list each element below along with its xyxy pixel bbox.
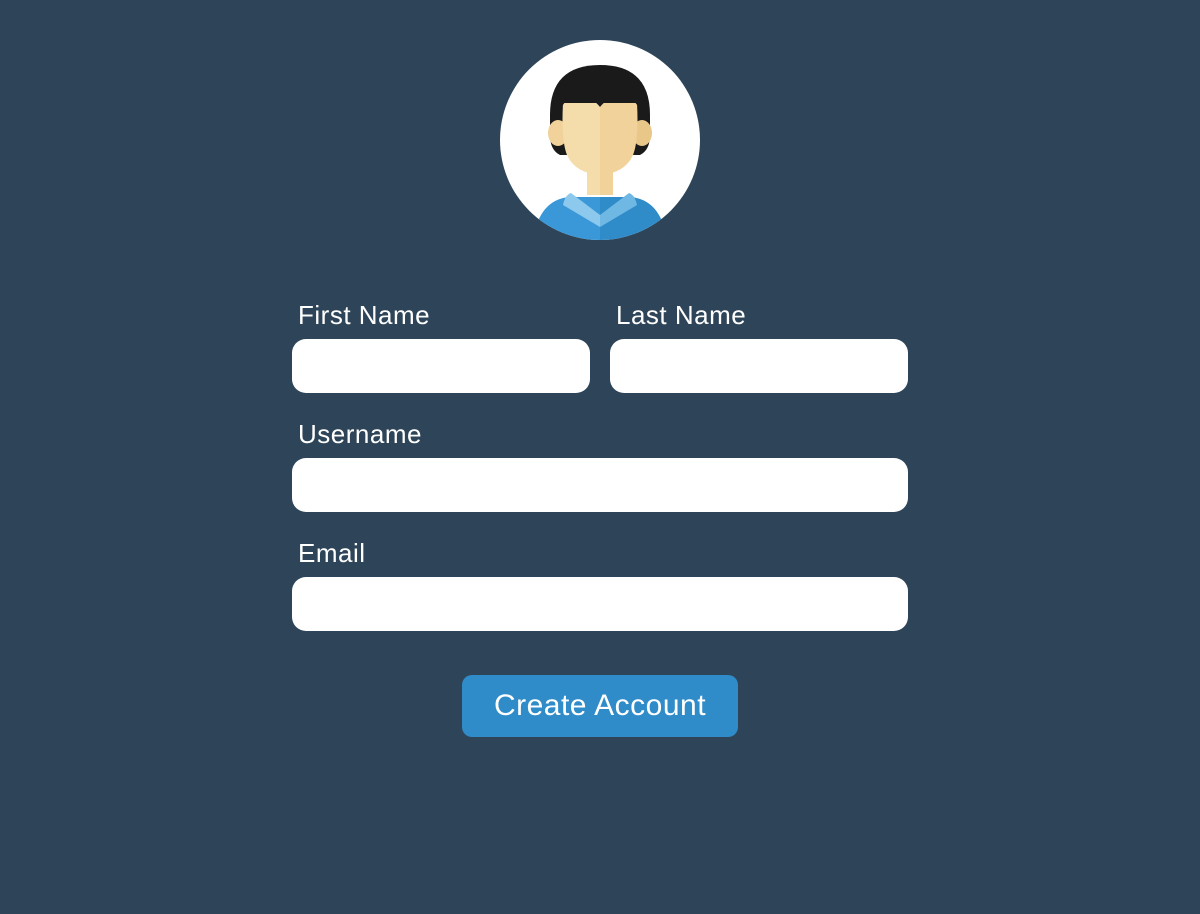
last-name-group: Last Name xyxy=(610,300,908,393)
username-group: Username xyxy=(292,419,908,512)
first-name-input[interactable] xyxy=(292,339,590,393)
username-label: Username xyxy=(292,419,908,450)
avatar xyxy=(500,40,700,240)
email-group: Email xyxy=(292,538,908,631)
name-row: First Name Last Name xyxy=(292,300,908,393)
person-avatar-icon xyxy=(515,55,685,240)
create-account-button[interactable]: Create Account xyxy=(462,675,738,737)
username-row: Username xyxy=(292,419,908,512)
email-input[interactable] xyxy=(292,577,908,631)
email-label: Email xyxy=(292,538,908,569)
username-input[interactable] xyxy=(292,458,908,512)
registration-form: First Name Last Name Username Email Crea… xyxy=(292,300,908,737)
first-name-label: First Name xyxy=(292,300,590,331)
last-name-input[interactable] xyxy=(610,339,908,393)
first-name-group: First Name xyxy=(292,300,590,393)
last-name-label: Last Name xyxy=(610,300,908,331)
submit-row: Create Account xyxy=(292,675,908,737)
email-row: Email xyxy=(292,538,908,631)
